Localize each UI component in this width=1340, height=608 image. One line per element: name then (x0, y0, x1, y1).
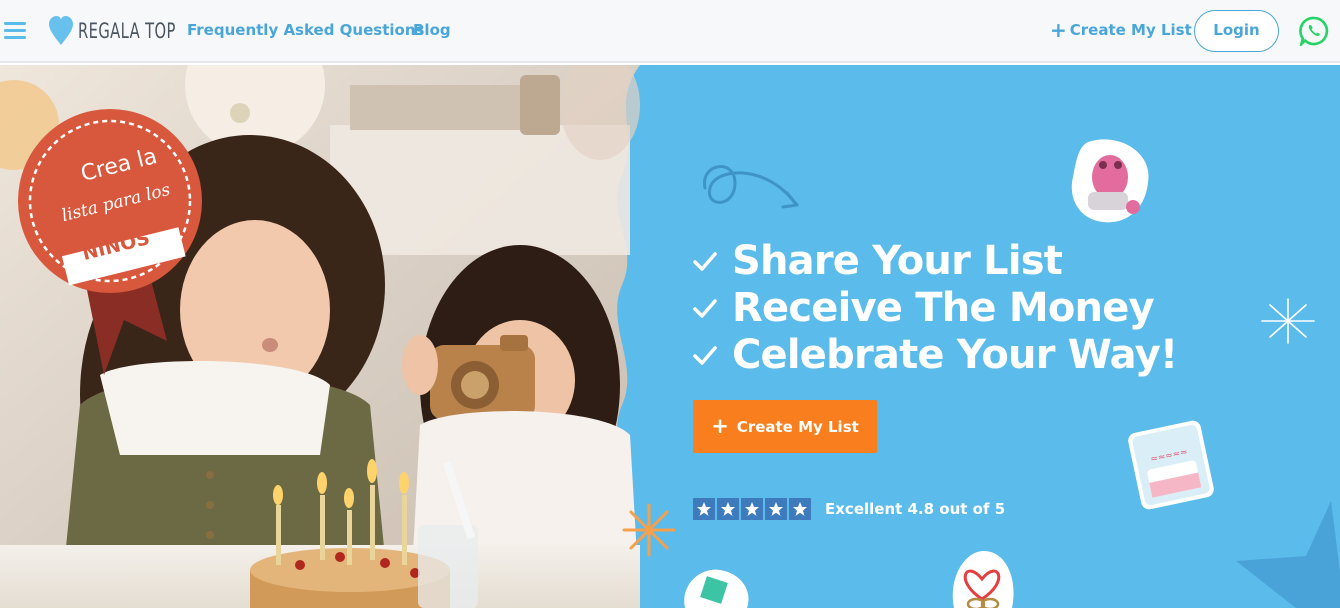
benefit-text: Receive The Money (732, 284, 1155, 331)
rings-sticker-icon (952, 551, 1014, 608)
rating-text: Excellent 4.8 out of 5 (825, 500, 1006, 518)
nav-link-faq[interactable]: Frequently Asked Questions (187, 21, 424, 39)
check-icon (693, 298, 717, 318)
heart-logo-icon (49, 16, 73, 45)
plus-icon: + (711, 414, 729, 438)
check-icon (693, 251, 717, 271)
whatsapp-icon[interactable] (1299, 16, 1329, 46)
create-list-button[interactable]: + Create My List (693, 400, 877, 453)
toy-sticker-icon (1071, 139, 1149, 223)
create-list-label: Create My List (1069, 21, 1192, 39)
sparkle-icon (1261, 298, 1315, 344)
top-navbar: REGALA TOP Frequently Asked Questions Bl… (0, 0, 1340, 63)
benefit-text: Celebrate Your Way! (732, 331, 1178, 378)
benefit-item-2: Receive The Money (690, 284, 1177, 331)
rating-widget[interactable]: Excellent 4.8 out of 5 (693, 498, 1005, 520)
hamburger-menu-icon[interactable] (4, 22, 26, 40)
nav-link-blog[interactable]: Blog (413, 21, 451, 39)
star-rating (693, 498, 811, 520)
star-icon (693, 498, 715, 520)
create-list-button-label: Create My List (736, 417, 859, 436)
benefit-item-1: Share Your List (690, 237, 1177, 284)
star-icon (741, 498, 763, 520)
gift-sticker-icon (684, 569, 749, 608)
logo-text: REGALA TOP (78, 19, 176, 43)
site-logo[interactable]: REGALA TOP (48, 14, 203, 48)
star-icon (717, 498, 739, 520)
login-button[interactable]: Login (1194, 10, 1279, 52)
swirl-arrow-icon (703, 165, 799, 209)
benefits-list: Share Your List Receive The Money Celebr… (690, 237, 1178, 378)
star-icon (789, 498, 811, 520)
benefit-item-3: Celebrate Your Way! (690, 331, 1178, 378)
star-icon (765, 498, 787, 520)
orange-asterisk-icon (622, 503, 676, 557)
hero-section: Crea la lista para los NIÑOS ≈≈≈≈≈ Share… (0, 65, 1340, 608)
blue-star-decoration (1236, 501, 1340, 608)
check-icon (693, 345, 717, 365)
benefit-text: Share Your List (732, 237, 1063, 284)
cake-sticker-icon: ≈≈≈≈≈ (1128, 420, 1214, 510)
create-list-link[interactable]: + Create My List (1050, 17, 1192, 42)
plus-icon: + (1050, 17, 1067, 42)
kids-list-badge: Crea la lista para los NIÑOS (12, 105, 212, 375)
